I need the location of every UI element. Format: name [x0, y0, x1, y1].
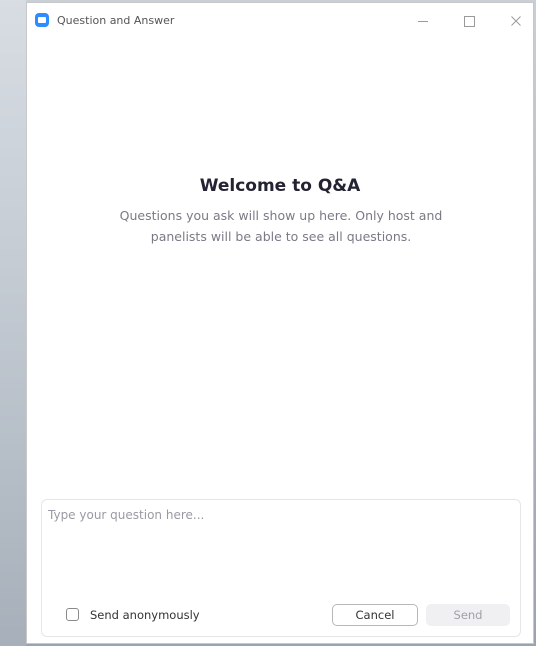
send-button[interactable]: Send [426, 604, 510, 626]
question-input[interactable] [48, 508, 514, 588]
minimize-button[interactable] [409, 9, 437, 33]
desktop-background [0, 0, 26, 646]
qa-window: Question and Answer Welcome to Q&A Quest… [26, 2, 534, 644]
close-button[interactable] [502, 9, 530, 33]
zoom-app-icon [35, 13, 49, 27]
window-title: Question and Answer [57, 14, 175, 27]
title-bar[interactable]: Question and Answer [27, 3, 533, 39]
welcome-title: Welcome to Q&A [199, 176, 361, 196]
maximize-button[interactable] [455, 9, 483, 33]
send-anonymously-label[interactable]: Send anonymously [90, 608, 200, 622]
minimize-icon [418, 21, 428, 22]
close-icon [511, 16, 521, 26]
welcome-subtitle: Questions you ask will show up here. Onl… [119, 208, 443, 244]
cancel-button[interactable]: Cancel [332, 604, 418, 626]
send-anonymously-checkbox[interactable] [66, 608, 79, 621]
maximize-icon [464, 16, 475, 27]
question-compose-box: Send anonymously Cancel Send [41, 499, 521, 637]
